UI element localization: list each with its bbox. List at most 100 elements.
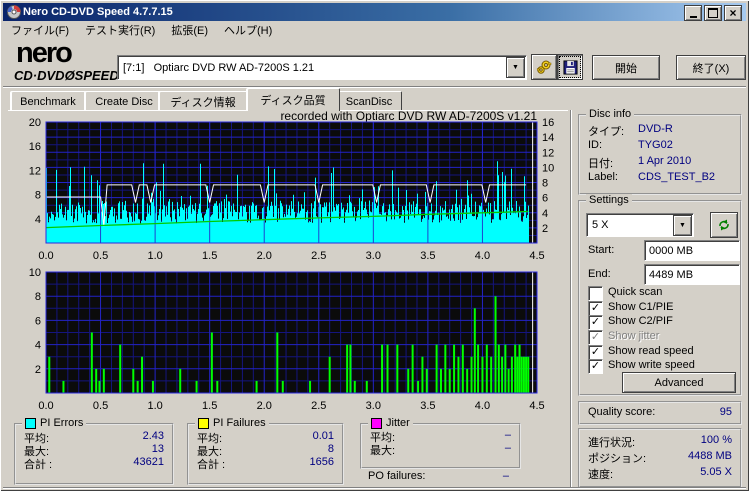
svg-text:6: 6 <box>35 315 41 327</box>
svg-text:3.5: 3.5 <box>420 400 435 412</box>
progress-value: 100 % <box>700 434 732 446</box>
checkbox-show-jitter: ✓ Show jitter <box>588 330 659 345</box>
save-button[interactable] <box>557 54 583 80</box>
quality-score-label: Quality score: <box>588 406 656 418</box>
disc-type-label: タイプ: <box>588 126 625 138</box>
max-label: 最大: <box>370 445 396 457</box>
checkbox-show-c1-pie[interactable]: ✓ Show C1/PIE <box>588 301 673 316</box>
jitter-swatch <box>371 417 382 429</box>
jitter-title: Jitter <box>386 417 410 429</box>
nero-logo: nero <box>16 37 73 69</box>
refresh-icon <box>719 219 729 231</box>
speed-select-arrow[interactable] <box>673 214 692 236</box>
svg-text:1.0: 1.0 <box>147 400 162 412</box>
position-value: 4488 MB <box>687 450 732 462</box>
pi-errors-chart: 20 16 12 8 4 16 14 12 10 8 6 4 2 0.0 0.5 1.0 1.5 2.0 2.5 3.… <box>29 117 555 262</box>
gears-icon <box>536 60 552 74</box>
svg-text:2: 2 <box>35 364 41 376</box>
svg-text:4.5: 4.5 <box>529 250 544 262</box>
disc-info-title: Disc info <box>586 108 635 120</box>
menu-run-test[interactable]: テスト実行(R) <box>77 20 163 40</box>
menu-help[interactable]: ヘルプ(H) <box>216 20 280 40</box>
avg-value: 0.01 <box>312 430 334 442</box>
disc-id-value: TYG02 <box>638 139 673 151</box>
start-field[interactable]: 0000 MB <box>644 240 740 261</box>
svg-text:3.0: 3.0 <box>366 400 381 412</box>
close-button[interactable]: × <box>724 5 742 21</box>
svg-text:1.0: 1.0 <box>147 250 162 262</box>
disc-label-value: CDS_TEST_B2 <box>638 171 716 183</box>
disc-label-label: Label: <box>588 171 618 183</box>
svg-text:2.5: 2.5 <box>311 400 326 412</box>
bottom-edge <box>3 487 746 489</box>
svg-text:0.0: 0.0 <box>38 400 53 412</box>
quality-score-value: 95 <box>719 406 732 418</box>
exit-button[interactable]: 終了(X) <box>676 55 746 80</box>
tab-scandisc[interactable]: ScanDisc <box>336 91 402 111</box>
disc-type-value: DVD-R <box>638 123 673 135</box>
svg-text:10: 10 <box>29 267 41 279</box>
app-window: Nero CD-DVD Speed 4.7.7.15 × ファイル(F) テスト… <box>0 0 749 491</box>
pi-failures-chart: 10 8 6 4 2 0.0 0.5 1.0 1.5 2.0 2.5 3.0 3.5 4.0 4.5 <box>29 267 545 412</box>
checkbox-box: ✓ <box>588 301 603 316</box>
checkbox-box: ✓ <box>588 315 603 330</box>
maximize-icon <box>708 8 718 18</box>
total-value: 43621 <box>133 456 164 468</box>
svg-text:12: 12 <box>29 165 41 177</box>
svg-text:2: 2 <box>542 223 548 235</box>
svg-text:8: 8 <box>35 291 41 303</box>
start-button[interactable]: 開始 <box>592 55 660 80</box>
svg-text:3.5: 3.5 <box>420 250 435 262</box>
progress-label: 進行状況: <box>588 437 636 449</box>
checkbox-show-read-speed[interactable]: ✓ Show read speed <box>588 345 694 360</box>
drive-select-arrow[interactable] <box>506 57 525 78</box>
checkbox-quick-scan[interactable]: Quick scan <box>588 286 662 301</box>
start-field-label: Start: <box>588 244 615 256</box>
svg-text:10: 10 <box>542 162 554 174</box>
po-failures-label: PO failures: <box>368 470 426 482</box>
svg-text:8: 8 <box>542 178 548 190</box>
end-field[interactable]: 4489 MB <box>644 264 740 285</box>
tab-disc-quality[interactable]: ディスク品質 <box>246 88 340 111</box>
svg-text:6: 6 <box>542 193 548 205</box>
settings-title: Settings <box>586 194 632 206</box>
pi-errors-stats: PI Errors 平均: 2.43 最大: 13 合計 : 43621 <box>14 417 174 485</box>
svg-text:2.0: 2.0 <box>257 400 272 412</box>
svg-text:16: 16 <box>29 141 41 153</box>
speed-select[interactable]: 5 X <box>586 213 694 237</box>
maximize-button[interactable] <box>704 5 722 21</box>
tab-disc-info[interactable]: ディスク情報 <box>158 91 248 111</box>
svg-text:4.0: 4.0 <box>475 400 490 412</box>
max-value: 13 <box>151 443 164 455</box>
checkbox-show-c2-pif[interactable]: ✓ Show C2/PIF <box>588 315 673 330</box>
svg-text:4: 4 <box>542 208 548 220</box>
quality-score-box: Quality score: 95 <box>578 401 742 425</box>
svg-text:1.5: 1.5 <box>202 400 217 412</box>
tab-create-disc[interactable]: Create Disc <box>84 91 164 111</box>
svg-text:3.0: 3.0 <box>366 250 381 262</box>
title-bar[interactable]: Nero CD-DVD Speed 4.7.7.15 × <box>3 3 746 21</box>
panel-separator <box>570 110 572 487</box>
checkbox-box: ✓ <box>588 345 603 360</box>
advanced-button[interactable]: Advanced <box>622 372 736 393</box>
svg-text:4: 4 <box>35 214 41 226</box>
speed-select-value: 5 X <box>592 219 609 231</box>
minimize-button[interactable] <box>684 5 702 21</box>
total-label: 合計 : <box>24 459 53 471</box>
svg-text:12: 12 <box>542 147 554 159</box>
menu-bar: ファイル(F) テスト実行(R) 拡張(E) ヘルプ(H) <box>3 21 746 39</box>
pi-failures-stats: PI Failures 平均: 0.01 最大: 8 合計 : 1656 <box>187 417 344 485</box>
tab-benchmark[interactable]: Benchmark <box>10 91 86 111</box>
svg-text:0.5: 0.5 <box>93 250 108 262</box>
svg-text:4.5: 4.5 <box>529 400 544 412</box>
svg-text:14: 14 <box>542 132 554 144</box>
disc-info-group: Disc info タイプ: DVD-R ID: TYG02 日付: 1 Apr… <box>578 108 742 195</box>
svg-text:20: 20 <box>29 117 41 129</box>
pi-failures-swatch <box>198 417 209 429</box>
options-button[interactable] <box>531 54 557 80</box>
speed-label: 速度: <box>588 469 614 481</box>
checkbox-box <box>588 286 603 301</box>
drive-select[interactable]: [7:1] Optiarc DVD RW AD-7200S 1.21 <box>117 55 527 80</box>
refresh-button[interactable] <box>710 212 738 238</box>
menu-extra[interactable]: 拡張(E) <box>163 20 216 40</box>
